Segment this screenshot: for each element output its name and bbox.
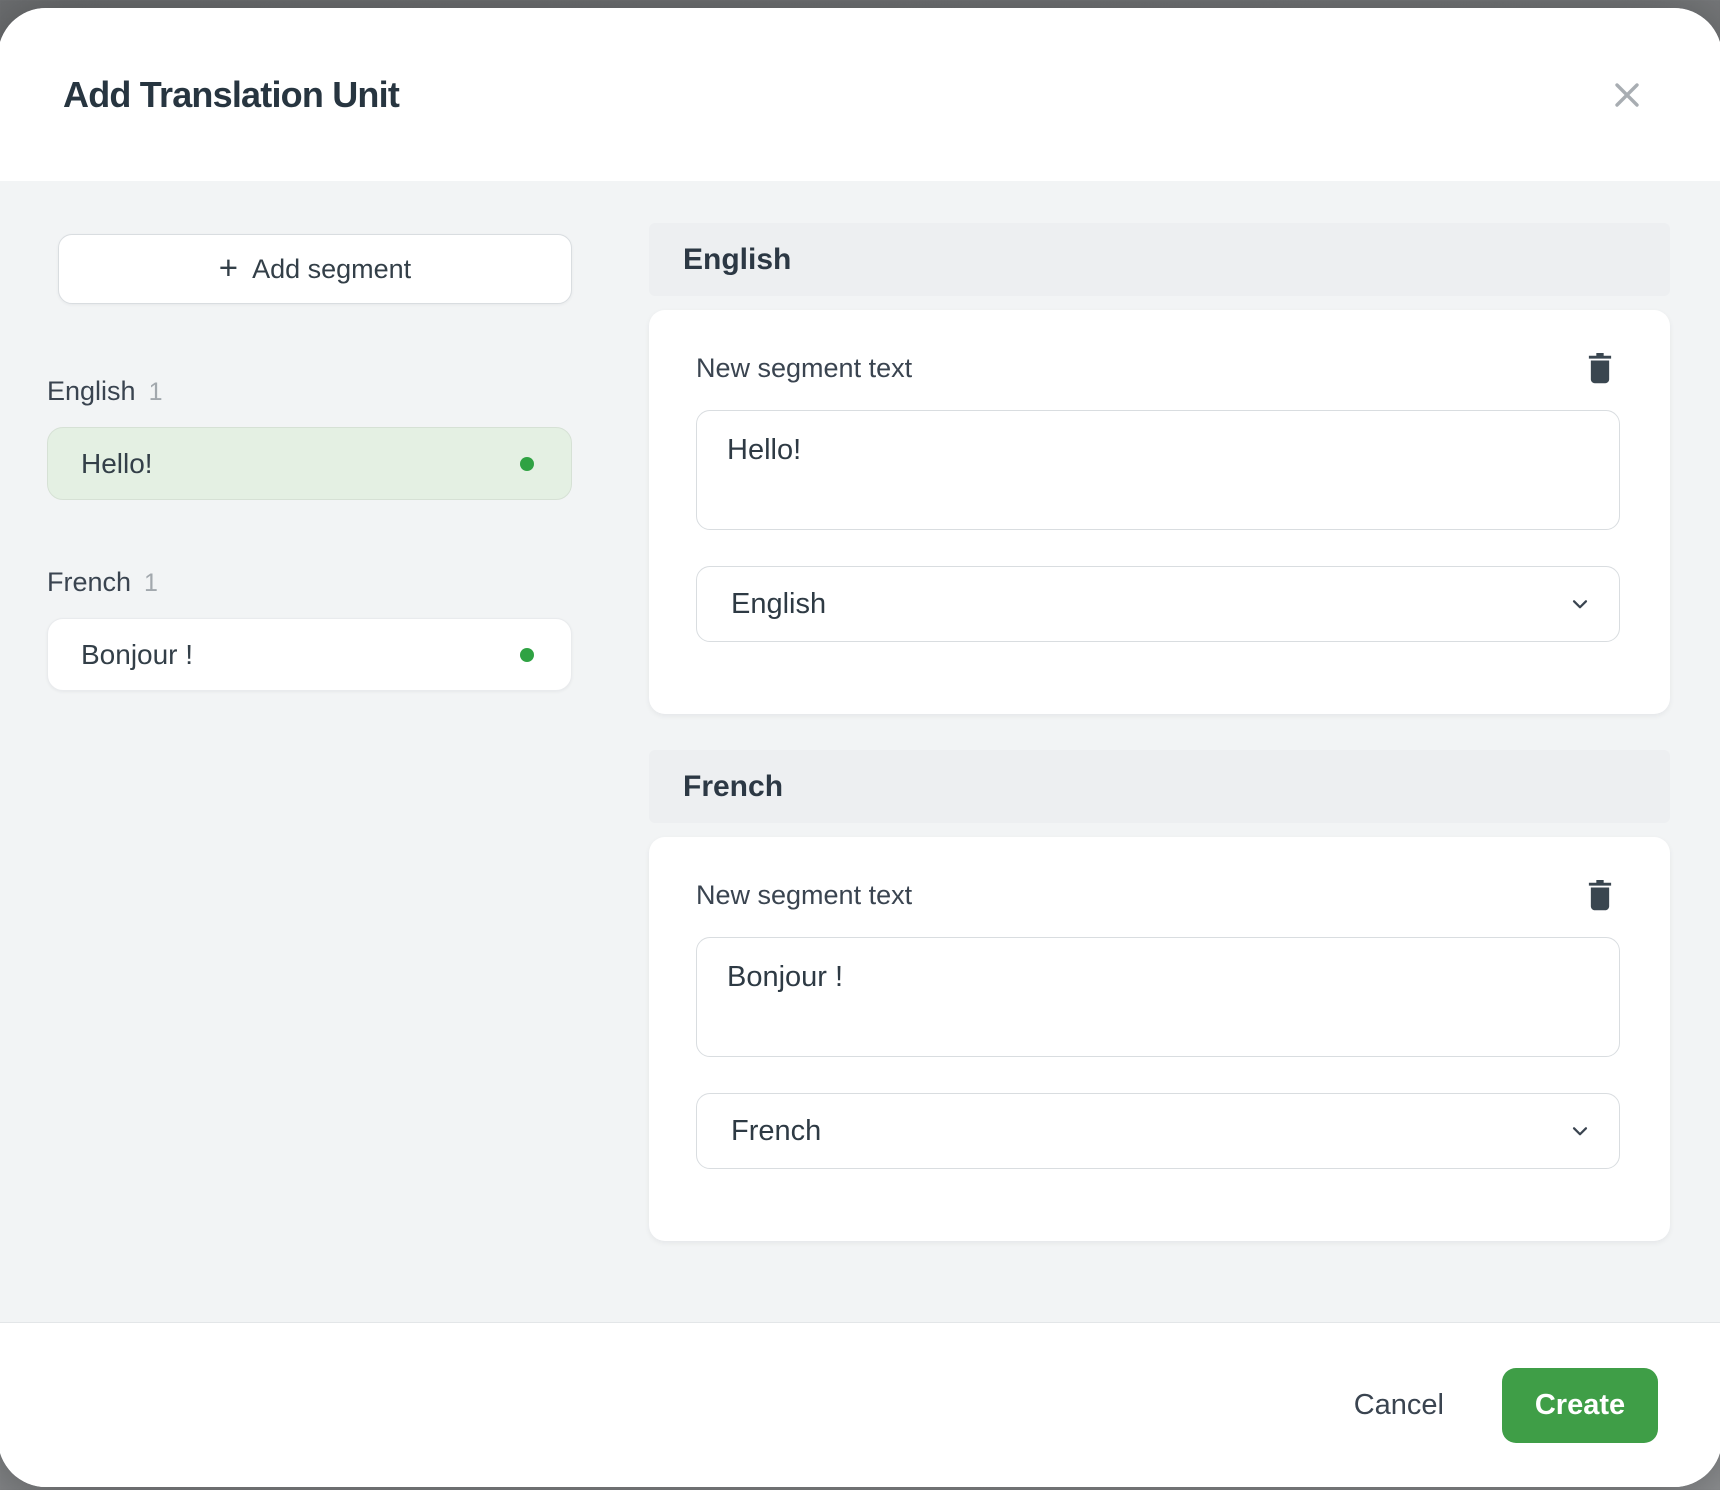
section-header-english: English: [649, 223, 1670, 296]
section-header-french: French: [649, 750, 1670, 823]
modal-header: Add Translation Unit: [0, 8, 1720, 181]
segment-text-input[interactable]: Bonjour !: [696, 937, 1620, 1057]
language-group-english: English 1 Hello!: [47, 376, 572, 500]
close-button[interactable]: [1604, 72, 1650, 118]
selected-language: English: [731, 588, 826, 621]
language-group-french: French 1 Bonjour !: [47, 567, 572, 691]
language-group-label: English 1: [47, 376, 572, 407]
segment-count: 1: [144, 569, 158, 598]
trash-icon: [1584, 878, 1616, 912]
add-segment-button[interactable]: + Add segment: [58, 234, 572, 304]
add-translation-unit-modal: Add Translation Unit + Add segment Engli…: [0, 8, 1720, 1487]
segment-text: Bonjour !: [81, 639, 193, 671]
chevron-down-icon: [1567, 591, 1593, 617]
card-top-row: New segment text: [696, 869, 1620, 921]
segment-text-input[interactable]: Hello!: [696, 410, 1620, 530]
segment-text: Hello!: [81, 448, 153, 480]
status-dot-icon: [520, 457, 534, 471]
trash-icon: [1584, 351, 1616, 385]
plus-icon: +: [219, 251, 238, 284]
modal-footer: Cancel Create: [0, 1322, 1720, 1487]
field-label: New segment text: [696, 353, 912, 384]
language-name: French: [47, 567, 131, 598]
selected-language: French: [731, 1115, 821, 1148]
language-select[interactable]: French: [696, 1093, 1620, 1169]
language-group-label: French 1: [47, 567, 572, 598]
segment-count: 1: [149, 378, 163, 407]
close-icon: [1607, 75, 1647, 115]
add-segment-label: Add segment: [252, 254, 411, 285]
language-select[interactable]: English: [696, 566, 1620, 642]
modal-body: + Add segment English 1 Hello! French 1: [0, 181, 1720, 1322]
create-button[interactable]: Create: [1502, 1368, 1658, 1443]
delete-segment-button[interactable]: [1580, 875, 1620, 915]
modal-title: Add Translation Unit: [63, 74, 399, 116]
cancel-button[interactable]: Cancel: [1354, 1389, 1444, 1422]
segment-card-french: New segment text Bonjour ! French: [649, 837, 1670, 1241]
segment-editor: English New segment text Hello! English: [649, 223, 1670, 1322]
section-heading: English: [683, 243, 791, 277]
section-heading: French: [683, 770, 783, 804]
delete-segment-button[interactable]: [1580, 348, 1620, 388]
segment-card-english: New segment text Hello! English: [649, 310, 1670, 714]
segment-item-french[interactable]: Bonjour !: [47, 618, 572, 691]
card-top-row: New segment text: [696, 342, 1620, 394]
segments-sidebar: + Add segment English 1 Hello! French 1: [47, 223, 572, 1322]
status-dot-icon: [520, 648, 534, 662]
field-label: New segment text: [696, 880, 912, 911]
segment-item-english[interactable]: Hello!: [47, 427, 572, 500]
language-name: English: [47, 376, 136, 407]
chevron-down-icon: [1567, 1118, 1593, 1144]
